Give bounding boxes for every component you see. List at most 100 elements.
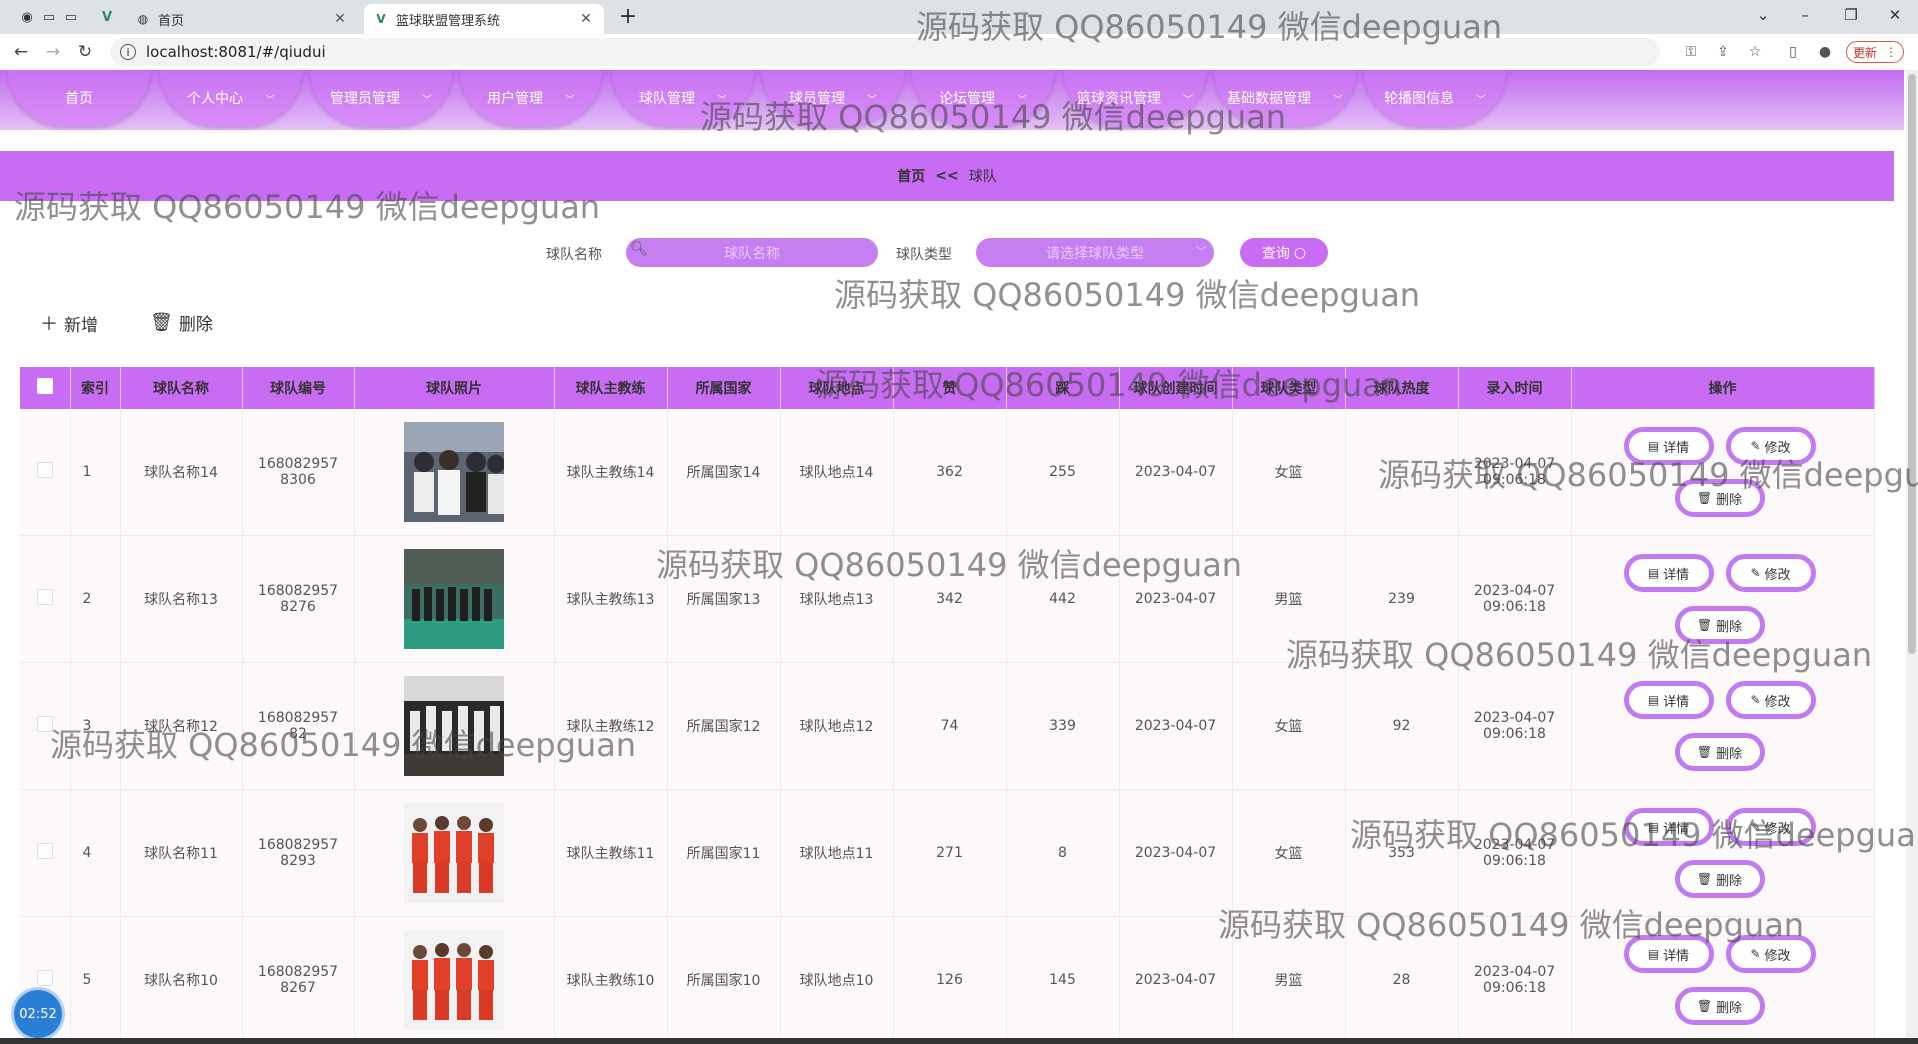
team-code-cell: 1680829578276 [242, 535, 355, 663]
pinned-tab-icon[interactable]: ▭ [62, 8, 80, 26]
bulk-delete-button[interactable]: 🗑︎ 删除 [150, 310, 213, 335]
minimize-button[interactable]: – [1782, 0, 1828, 30]
detail-button[interactable]: ▤ 详情 [1623, 554, 1714, 592]
chevron-down-icon: ﹀ [1183, 94, 1193, 106]
nav-item-users[interactable]: 用户管理 ﹀ [460, 70, 602, 126]
team-name-placeholder: 球队名称 [724, 245, 780, 262]
edit-button[interactable]: ✎ 修改 [1725, 808, 1816, 846]
column-header: 球队创建时间 [1119, 367, 1233, 409]
reload-icon[interactable]: ↻ [74, 42, 96, 64]
nav-item-carousel[interactable]: 轮播图信息 ﹀ [1364, 70, 1506, 126]
pencil-icon: ✎ [1750, 820, 1761, 834]
delete-button[interactable]: 🗑︎ 删除 [1674, 860, 1765, 898]
browser-tab[interactable]: ◍ 首页 ✕ [126, 4, 358, 34]
select-all-checkbox[interactable] [20, 367, 71, 409]
checkbox[interactable] [36, 843, 53, 859]
row-checkbox-cell[interactable] [20, 409, 71, 536]
operations: ▤ 详情 ✎ 修改 🗑︎ 删除 [1572, 409, 1874, 535]
row-checkbox-cell[interactable] [20, 789, 71, 917]
detail-button[interactable]: ▤ 详情 [1623, 681, 1714, 719]
row-checkbox-cell[interactable] [20, 535, 71, 663]
team-photo[interactable] [404, 422, 504, 522]
column-header: 球队名称 [120, 367, 243, 409]
query-button[interactable]: 查询 ○ [1240, 238, 1328, 267]
info-icon[interactable]: i [120, 44, 136, 60]
tab-search-icon[interactable]: ⌄ [1740, 0, 1786, 30]
tab-title: 篮球联盟管理系统 [396, 13, 501, 29]
delete-button[interactable]: 🗑︎ 删除 [1674, 987, 1765, 1025]
detail-button[interactable]: ▤ 详情 [1623, 808, 1714, 846]
detail-button[interactable]: ▤ 详情 [1623, 935, 1714, 973]
query-label: 查询 [1261, 245, 1290, 262]
forward-arrow-icon[interactable]: → [42, 42, 64, 64]
pinned-tab-icon[interactable]: ◉ [18, 8, 36, 26]
team-photo[interactable] [404, 676, 504, 776]
nav-item-admin[interactable]: 管理员管理 ﹀ [310, 70, 452, 126]
nav-item-news[interactable]: 篮球资讯管理 ﹀ [1064, 70, 1206, 126]
delete-button[interactable]: 🗑︎ 删除 [1674, 606, 1765, 644]
timer-badge[interactable]: 02:52 [14, 990, 62, 1038]
nav-item-home[interactable]: 首页 [8, 70, 150, 126]
nav-item-forum[interactable]: 论坛管理 ﹀ [912, 70, 1054, 126]
index-cell: 4 [70, 789, 121, 917]
team-type-select[interactable]: 请选择球队类型 ﹀ [976, 238, 1214, 267]
plus-icon: ＋ [40, 314, 58, 335]
pinned-tab-icon[interactable]: ▭ [40, 8, 58, 26]
edit-button[interactable]: ✎ 修改 [1725, 935, 1816, 973]
chevron-down-icon: ﹀ [1017, 94, 1027, 106]
country-cell: 所属国家14 [667, 409, 781, 536]
checkbox[interactable] [36, 378, 53, 394]
page-scrollbar-thumb[interactable] [1908, 74, 1916, 654]
add-button[interactable]: ＋ 新增 [40, 310, 98, 336]
chevron-down-icon: ﹀ [565, 94, 575, 106]
likes-cell: 362 [893, 409, 1007, 536]
column-header: 球队照片 [354, 367, 555, 409]
update-button[interactable]: 更新 ⋮ [1846, 41, 1904, 63]
restore-button[interactable]: ❐ [1828, 0, 1874, 30]
sidebar-icon[interactable]: ▯ [1784, 43, 1802, 61]
row-checkbox-cell[interactable] [20, 662, 71, 790]
new-tab-button[interactable]: + [616, 6, 640, 30]
pencil-icon: ✎ [1750, 947, 1761, 961]
team-name-input[interactable]: 🔍︎ 球队名称 [626, 238, 878, 267]
add-label: 新增 [64, 315, 98, 336]
detail-button[interactable]: ▤ 详情 [1623, 427, 1714, 465]
close-icon[interactable]: ✕ [332, 11, 348, 27]
delete-button[interactable]: 🗑︎ 删除 [1674, 733, 1765, 771]
share-icon[interactable]: ⇪ [1714, 43, 1732, 61]
dislikes-cell: 442 [1006, 535, 1120, 663]
edit-button[interactable]: ✎ 修改 [1725, 554, 1816, 592]
nav-label: 球队管理 [639, 91, 695, 107]
key-icon[interactable]: ⚿ [1682, 43, 1700, 61]
edit-button[interactable]: ✎ 修改 [1725, 427, 1816, 465]
checkbox[interactable] [36, 589, 53, 605]
close-icon[interactable]: ✕ [578, 11, 594, 27]
team-photo[interactable] [404, 803, 504, 903]
table-row: 2 球队名称13 1680829578276 球队主教练13 所属国家13 球队… [20, 535, 1875, 663]
checkbox[interactable] [36, 462, 53, 478]
breadcrumb-home[interactable]: 首页 [897, 166, 925, 186]
nav-item-base-data[interactable]: 基础数据管理 ﹀ [1214, 70, 1356, 126]
nav-item-teams[interactable]: 球队管理 ﹀ [612, 70, 754, 126]
close-window-button[interactable]: ✕ [1872, 0, 1918, 30]
detail-label: 详情 [1663, 821, 1690, 837]
checkbox[interactable] [36, 716, 53, 732]
likes-cell: 342 [893, 535, 1007, 663]
nav-item-personal-center[interactable]: 个人中心 ﹀ [160, 70, 302, 126]
coach-cell: 球队主教练12 [554, 662, 668, 790]
team-name-cell: 球队名称12 [120, 662, 243, 790]
url-field[interactable]: i localhost:8081/#/qiudui [110, 38, 1660, 66]
vue-logo-icon[interactable]: V [98, 8, 116, 26]
checkbox[interactable] [36, 970, 53, 986]
delete-button[interactable]: 🗑︎ 删除 [1674, 479, 1765, 517]
team-photo[interactable] [404, 549, 504, 649]
team-photo[interactable] [404, 930, 504, 1030]
star-icon[interactable]: ☆ [1746, 43, 1764, 61]
edit-button[interactable]: ✎ 修改 [1725, 681, 1816, 719]
back-arrow-icon[interactable]: ← [10, 42, 32, 64]
index-cell: 5 [70, 916, 121, 1044]
edit-label: 修改 [1764, 948, 1791, 964]
browser-tab-active[interactable]: V 篮球联盟管理系统 ✕ [364, 4, 604, 34]
profile-icon[interactable]: ● [1816, 43, 1834, 61]
nav-item-players[interactable]: 球员管理 ﹀ [762, 70, 904, 126]
